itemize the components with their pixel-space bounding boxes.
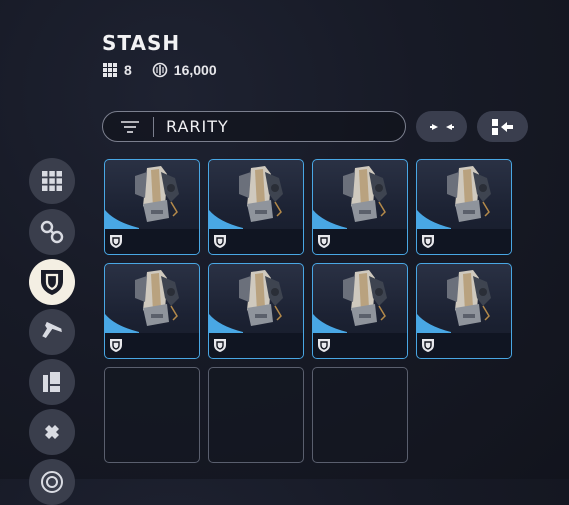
inventory-slot-item[interactable] [104, 159, 200, 255]
inventory-slot-item[interactable] [312, 159, 408, 255]
items-icon [43, 372, 60, 392]
chain-icon [40, 220, 64, 244]
grid-icon [103, 63, 117, 77]
shield-icon [214, 235, 226, 248]
shield-icon [422, 339, 434, 352]
inventory-slot-item[interactable] [208, 159, 304, 255]
currency-amount: 16,000 [173, 62, 217, 78]
shield-icon [318, 339, 330, 352]
rarity-sort-dropdown[interactable]: RARITY [102, 111, 406, 142]
merge-stacks-button[interactable] [416, 111, 467, 142]
inventory-slot-item[interactable] [416, 159, 512, 255]
shield-icon [318, 235, 330, 248]
shield-icon [214, 339, 226, 352]
sidebar-item-consumables[interactable] [29, 359, 75, 405]
compact-stash-button[interactable] [477, 111, 528, 142]
shield-icon [110, 339, 122, 352]
stash-stats: 8 16,000 [102, 62, 231, 78]
armor-rig-icon [239, 270, 283, 326]
sidebar-item-attachments[interactable] [29, 209, 75, 255]
puzzle-icon [45, 425, 59, 439]
armor-rig-icon [239, 166, 283, 222]
filter-divider [153, 116, 154, 137]
collapse-icon [491, 118, 513, 135]
shield-icon [110, 235, 122, 248]
armor-rig-icon [135, 270, 179, 326]
inventory-slot-item[interactable] [416, 263, 512, 359]
coin-icon [152, 62, 168, 78]
shield-icon [41, 270, 63, 295]
slot-count: 8 [124, 62, 132, 78]
armor-rig-icon [447, 270, 491, 326]
sidebar-item-all-items[interactable] [29, 158, 75, 204]
sidebar-item-weapons[interactable] [29, 309, 75, 355]
page-title: STASH [102, 31, 181, 55]
merge-icon [429, 123, 454, 130]
armor-rig-icon [343, 270, 387, 326]
inventory-slot-empty[interactable] [312, 367, 408, 463]
filter-label: RARITY [166, 117, 229, 136]
sidebar-item-armor[interactable] [29, 259, 75, 305]
pistol-icon [42, 321, 62, 338]
sidebar-item-materials[interactable] [29, 409, 75, 455]
armor-rig-icon [343, 166, 387, 222]
inventory-slot-item[interactable] [312, 263, 408, 359]
target-icon [41, 471, 63, 493]
filter-icon [117, 118, 143, 136]
inventory-slot-item[interactable] [104, 263, 200, 359]
inventory-slot-empty[interactable] [208, 367, 304, 463]
inventory-slot-empty[interactable] [104, 367, 200, 463]
sidebar-item-more[interactable] [29, 459, 75, 505]
inventory-slot-item[interactable] [208, 263, 304, 359]
armor-rig-icon [447, 166, 491, 222]
shield-icon [422, 235, 434, 248]
grid-icon [42, 171, 62, 191]
armor-rig-icon [135, 166, 179, 222]
